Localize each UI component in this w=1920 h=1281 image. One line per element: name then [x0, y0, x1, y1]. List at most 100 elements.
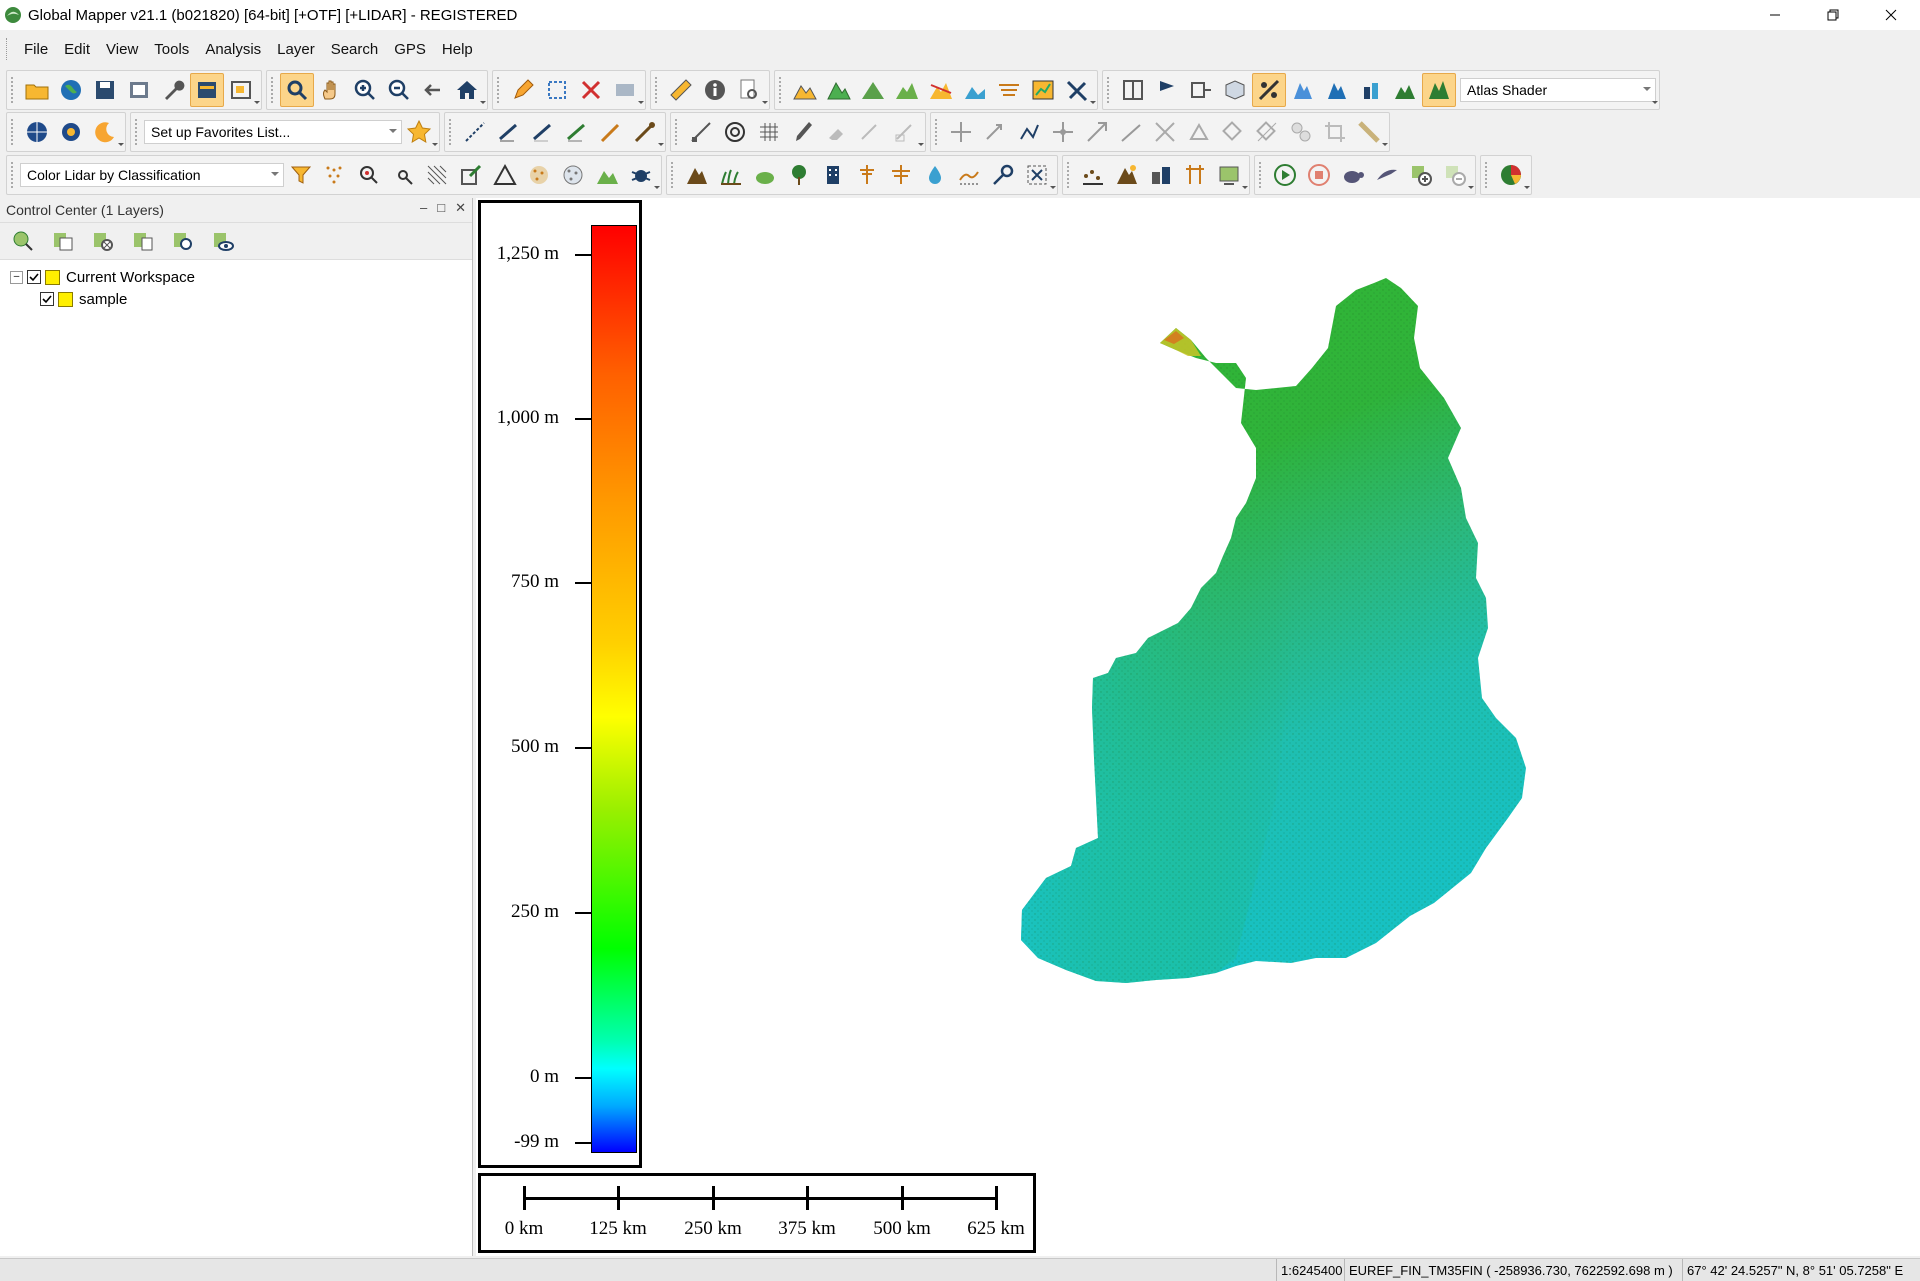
building-icon[interactable]	[816, 158, 850, 192]
path-view-icon[interactable]	[1184, 73, 1218, 107]
star-icon[interactable]	[402, 115, 436, 149]
aircraft-icon[interactable]	[1060, 73, 1094, 107]
draw-area-icon[interactable]	[526, 115, 560, 149]
home-icon[interactable]	[450, 73, 484, 107]
view-shed-icon[interactable]	[822, 73, 856, 107]
density-icon[interactable]	[556, 158, 590, 192]
bush-icon[interactable]	[748, 158, 782, 192]
grass-icon[interactable]	[714, 158, 748, 192]
building-extract-icon[interactable]	[1354, 73, 1388, 107]
feature-edit-icon[interactable]	[1182, 115, 1216, 149]
menu-search[interactable]: Search	[323, 41, 387, 58]
draw-line-icon[interactable]	[458, 115, 492, 149]
copy-feature-icon[interactable]	[1216, 115, 1250, 149]
classify-icon[interactable]	[454, 158, 488, 192]
add-layer-icon[interactable]	[6, 224, 40, 258]
pan-icon[interactable]	[314, 73, 348, 107]
path-profile-icon[interactable]	[924, 73, 958, 107]
point-search-icon[interactable]	[352, 158, 386, 192]
points-icon[interactable]	[1076, 158, 1110, 192]
map-view[interactable]	[476, 198, 1920, 1256]
favorites-select[interactable]: Set up Favorites List...	[144, 120, 402, 144]
fast-icon[interactable]	[1370, 158, 1404, 192]
play-icon[interactable]	[1268, 158, 1302, 192]
peak-icon[interactable]	[680, 158, 714, 192]
buildings-icon[interactable]	[1144, 158, 1178, 192]
terrain-icon[interactable]	[856, 73, 890, 107]
zoom-out-icon[interactable]	[382, 73, 416, 107]
tree-icon[interactable]	[782, 158, 816, 192]
restore-button[interactable]	[1804, 0, 1862, 30]
breakline-icon[interactable]	[952, 158, 986, 192]
pencil-icon[interactable]	[506, 73, 540, 107]
combine-icon[interactable]	[1284, 115, 1318, 149]
measure-line-icon[interactable]	[1352, 115, 1386, 149]
utility-icon[interactable]	[1178, 158, 1212, 192]
settings-icon[interactable]	[54, 115, 88, 149]
visibility-icon[interactable]	[206, 224, 240, 258]
close-panel-icon[interactable]: ✕	[455, 200, 466, 216]
check-line-icon[interactable]	[854, 115, 888, 149]
vegetation-icon[interactable]	[1388, 73, 1422, 107]
ground-icon[interactable]	[590, 158, 624, 192]
merge-icon[interactable]	[1250, 115, 1284, 149]
filter-icon[interactable]	[284, 158, 318, 192]
remove-waypoint-icon[interactable]	[1438, 158, 1472, 192]
shader-toggle-icon[interactable]	[1252, 73, 1286, 107]
menu-edit[interactable]: Edit	[56, 41, 98, 58]
eraser-icon[interactable]	[820, 115, 854, 149]
raster-calc-icon[interactable]	[1026, 73, 1060, 107]
menu-layer[interactable]: Layer	[269, 41, 323, 58]
3d-view-icon[interactable]	[1218, 73, 1252, 107]
zoom-in-icon[interactable]	[348, 73, 382, 107]
target-icon[interactable]	[718, 115, 752, 149]
sample-checkbox[interactable]	[40, 292, 54, 306]
power-pole-icon[interactable]	[850, 158, 884, 192]
map-layout-icon[interactable]	[1212, 158, 1246, 192]
rotate-icon[interactable]	[978, 115, 1012, 149]
reshape-icon[interactable]	[888, 115, 922, 149]
moon-icon[interactable]	[88, 115, 122, 149]
zoom-to-layer-icon[interactable]	[166, 224, 200, 258]
select-rect-icon[interactable]	[540, 73, 574, 107]
overview-icon[interactable]	[224, 73, 258, 107]
zoom-tool-icon[interactable]	[280, 73, 314, 107]
move-icon[interactable]	[944, 115, 978, 149]
brush-icon[interactable]	[786, 115, 820, 149]
draw-path-icon[interactable]	[492, 115, 526, 149]
key-icon[interactable]	[986, 158, 1020, 192]
open-icon[interactable]	[20, 73, 54, 107]
delete-feature-icon[interactable]	[574, 73, 608, 107]
float-icon[interactable]: □	[437, 200, 445, 216]
menu-help[interactable]: Help	[434, 41, 481, 58]
power-line-icon[interactable]	[884, 158, 918, 192]
ruler-icon[interactable]	[664, 73, 698, 107]
move-vertex-icon[interactable]	[1046, 115, 1080, 149]
draw-brown-icon[interactable]	[628, 115, 662, 149]
export-icon[interactable]	[122, 73, 156, 107]
cut-icon[interactable]	[1148, 115, 1182, 149]
layer-order-icon[interactable]	[126, 224, 160, 258]
draw-orange-icon[interactable]	[594, 115, 628, 149]
lidar-color-select[interactable]: Color Lidar by Classification	[20, 163, 284, 187]
globe-icon[interactable]	[54, 73, 88, 107]
grid-lidar-icon[interactable]	[420, 158, 454, 192]
turtle-icon[interactable]	[1336, 158, 1370, 192]
close-button[interactable]	[1862, 0, 1920, 30]
menu-file[interactable]: File	[16, 41, 56, 58]
close-layer-icon[interactable]	[86, 224, 120, 258]
connect-icon[interactable]	[1012, 115, 1046, 149]
noise-icon[interactable]	[522, 158, 556, 192]
tree-row-sample[interactable]: sample	[10, 288, 472, 310]
online-data-icon[interactable]	[20, 115, 54, 149]
finland-elevation-map[interactable]	[476, 198, 1920, 1256]
save-icon[interactable]	[88, 73, 122, 107]
triangle-icon[interactable]	[488, 158, 522, 192]
bug-icon[interactable]	[624, 158, 658, 192]
back-icon[interactable]	[416, 73, 450, 107]
menu-tools[interactable]: Tools	[146, 41, 197, 58]
split-icon[interactable]	[1080, 115, 1114, 149]
shader-icon[interactable]	[1422, 73, 1456, 107]
digitizer-icon[interactable]	[608, 73, 642, 107]
mountain-peak-icon[interactable]	[1110, 158, 1144, 192]
